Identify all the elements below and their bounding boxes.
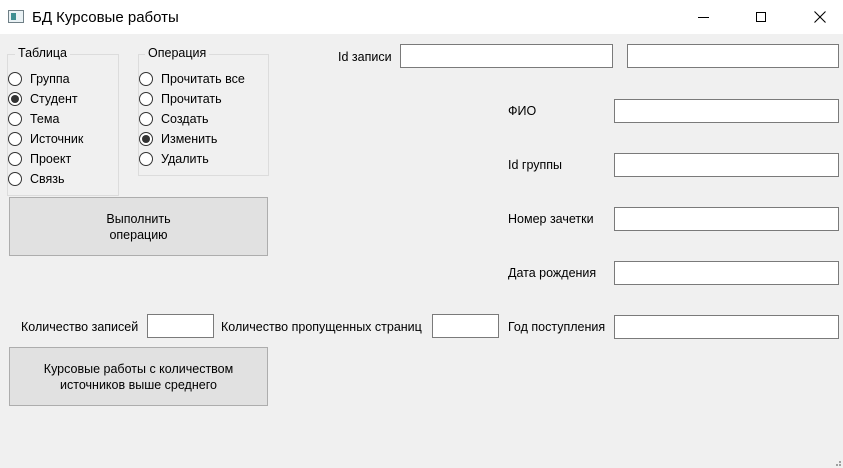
radio-table-group[interactable]: Группа: [8, 70, 70, 88]
admission-year-field[interactable]: [614, 315, 839, 339]
birth-date-label: Дата рождения: [508, 266, 597, 280]
record-id-field[interactable]: [400, 44, 613, 68]
radio-label: Тема: [30, 112, 60, 126]
radio-label: Студент: [30, 92, 78, 106]
radio-table-student[interactable]: Студент: [8, 90, 78, 108]
close-icon: [814, 11, 826, 23]
close-button[interactable]: [797, 0, 843, 34]
radio-indicator: [139, 112, 153, 126]
radio-table-source[interactable]: Источник: [8, 130, 83, 148]
radio-op-create[interactable]: Создать: [139, 110, 209, 128]
group-id-label: Id группы: [508, 158, 563, 172]
skipped-pages-label: Количество пропущенных страниц: [221, 320, 422, 334]
records-count-label: Количество записей: [21, 320, 139, 334]
radio-indicator: [139, 72, 153, 86]
radio-label: Источник: [30, 132, 84, 146]
admission-year-label: Год поступления: [508, 320, 606, 334]
maximize-button[interactable]: [738, 0, 784, 34]
radio-label: Изменить: [161, 132, 218, 146]
radio-op-delete[interactable]: Удалить: [139, 150, 209, 168]
radio-indicator: [139, 132, 153, 146]
records-count-field[interactable]: [147, 314, 214, 338]
operation-group-title: Операция: [145, 46, 210, 60]
radio-op-update[interactable]: Изменить: [139, 130, 217, 148]
radio-label: Группа: [30, 72, 70, 86]
full-name-field[interactable]: [614, 99, 839, 123]
radio-label: Удалить: [161, 152, 209, 166]
radio-indicator: [8, 152, 22, 166]
radio-indicator: [8, 112, 22, 126]
radio-label: Создать: [161, 112, 209, 126]
resize-grip[interactable]: [833, 458, 841, 466]
table-group-title: Таблица: [15, 46, 71, 60]
record-book-number-field[interactable]: [614, 207, 839, 231]
full-name-label: ФИО: [508, 104, 537, 118]
radio-label: Связь: [30, 172, 65, 186]
radio-label: Проект: [30, 152, 72, 166]
radio-indicator: [139, 92, 153, 106]
minimize-icon: [697, 16, 709, 18]
radio-label: Прочитать: [161, 92, 222, 106]
record-book-number-label: Номер зачетки: [508, 212, 594, 226]
birth-date-field[interactable]: [614, 261, 839, 285]
window-title: БД Курсовые работы: [32, 9, 179, 26]
radio-op-read[interactable]: Прочитать: [139, 90, 222, 108]
radio-table-project[interactable]: Проект: [8, 150, 71, 168]
maximize-icon: [756, 12, 766, 22]
radio-indicator: [8, 72, 22, 86]
radio-table-link[interactable]: Связь: [8, 170, 65, 188]
record-id-extra-field[interactable]: [627, 44, 839, 68]
skipped-pages-field[interactable]: [432, 314, 499, 338]
radio-indicator: [8, 92, 22, 106]
title-bar: БД Курсовые работы: [0, 0, 843, 34]
group-id-field[interactable]: [614, 153, 839, 177]
radio-op-read-all[interactable]: Прочитать все: [139, 70, 245, 88]
app-icon: [8, 10, 24, 23]
radio-indicator: [8, 172, 22, 186]
above-average-sources-button[interactable]: Курсовые работы с количеством источников…: [9, 347, 268, 406]
radio-label: Прочитать все: [161, 72, 245, 86]
execute-operation-button[interactable]: Выполнить операцию: [9, 197, 268, 256]
radio-indicator: [139, 152, 153, 166]
record-id-label: Id записи: [338, 50, 392, 64]
radio-indicator: [8, 132, 22, 146]
minimize-button[interactable]: [680, 0, 726, 34]
radio-table-topic[interactable]: Тема: [8, 110, 59, 128]
